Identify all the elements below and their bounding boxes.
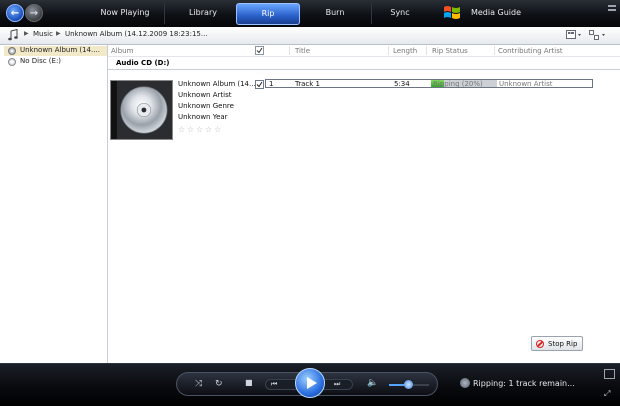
fullscreen-icon[interactable]: ⤢ — [604, 389, 610, 399]
tab-rip[interactable]: Rip — [236, 3, 300, 25]
column-header-contributing-artist[interactable]: Contributing Artist — [498, 47, 563, 55]
star-icon[interactable]: ☆ — [196, 125, 203, 134]
view-options-icon[interactable] — [566, 30, 582, 40]
tab-media-guide[interactable]: Media Guide — [466, 2, 526, 24]
music-note-icon — [8, 29, 18, 41]
star-icon[interactable]: ☆ — [205, 125, 212, 134]
disc-icon — [8, 58, 16, 66]
windows-logo-icon — [444, 6, 460, 19]
column-divider — [494, 46, 495, 55]
sidebar-item-unknown-album[interactable]: Unknown Album (14.... — [4, 46, 107, 56]
track-number: 1 — [269, 80, 274, 88]
player-controls-bar: ⤨ ↻ ■ ⏮ ⏭ 🔈 Ripping: 1 track remain... ⤢ — [0, 363, 620, 406]
tab-now-playing[interactable]: Now Playing — [92, 2, 158, 24]
stop-rip-button[interactable]: Stop Rip — [531, 336, 583, 351]
track-contributing-artist: Unknown Artist — [499, 80, 553, 88]
group-header-label: Audio CD (D:) — [116, 59, 170, 67]
rip-status-text: Ripping (20%) — [433, 80, 483, 88]
stop-rip-label: Stop Rip — [548, 340, 578, 348]
sidebar: Unknown Album (14.... No Disc (E:) — [0, 45, 108, 363]
column-header-album[interactable]: Album — [111, 47, 133, 55]
address-bar: ▶ Music ▶ Unknown Album (14.12.2009 18:2… — [0, 27, 620, 45]
tab-divider — [164, 3, 165, 24]
track-checkbox[interactable] — [255, 80, 264, 89]
sidebar-item-label: Unknown Album (14.... — [20, 46, 100, 54]
forward-arrow-icon[interactable]: → — [25, 4, 43, 22]
album-genre: Unknown Genre — [178, 102, 234, 110]
star-icon[interactable]: ☆ — [187, 125, 194, 134]
repeat-icon[interactable]: ↻ — [215, 379, 223, 389]
column-divider — [289, 46, 290, 55]
transport-controls: ⤨ ↻ ■ ⏮ ⏭ 🔈 — [176, 368, 438, 398]
breadcrumb-album[interactable]: Unknown Album (14.12.2009 18:23:15... — [65, 30, 208, 38]
top-navigation-bar: ← → Now Playing Library Rip Burn Sync Me… — [0, 0, 620, 28]
cd-icon — [8, 47, 16, 55]
column-divider — [388, 46, 389, 55]
window-menu-icon[interactable] — [608, 4, 616, 14]
previous-track-icon[interactable]: ⏮ — [271, 380, 277, 389]
stop-icon — [536, 340, 544, 348]
tab-divider — [371, 3, 372, 24]
rip-list-pane: Album Title Length Rip Status Contributi… — [108, 45, 620, 363]
column-header-title[interactable]: Title — [295, 47, 310, 55]
album-year: Unknown Year — [178, 113, 228, 121]
track-title: Track 1 — [295, 80, 320, 88]
chevron-right-icon: ▶ — [56, 30, 61, 37]
volume-speaker-icon[interactable]: 🔈 — [367, 378, 378, 388]
album-artist: Unknown Artist — [178, 91, 232, 99]
column-header-length[interactable]: Length — [393, 47, 417, 55]
status-text: Ripping: 1 track remain... — [473, 379, 575, 388]
next-track-icon[interactable]: ⏭ — [334, 380, 340, 389]
shuffle-icon[interactable]: ⤨ — [195, 379, 202, 389]
play-button[interactable] — [295, 368, 325, 398]
sidebar-item-no-disc[interactable]: No Disc (E:) — [4, 57, 107, 67]
column-header-row: Album Title Length Rip Status Contributi… — [108, 45, 620, 57]
column-divider — [426, 46, 427, 55]
track-length: 5:34 — [394, 80, 410, 88]
star-icon[interactable]: ☆ — [178, 125, 185, 134]
rip-progress-bar: Ripping (20%) — [431, 80, 497, 88]
mini-player-icon[interactable] — [604, 369, 615, 379]
sidebar-item-label: No Disc (E:) — [20, 57, 62, 65]
volume-knob[interactable] — [404, 380, 413, 389]
select-all-checkbox[interactable] — [255, 46, 264, 55]
tab-sync[interactable]: Sync — [374, 2, 426, 24]
chevron-right-icon: ▶ — [24, 30, 29, 37]
table-row[interactable]: 1 Track 1 5:34 Ripping (20%) Unknown Art… — [265, 79, 593, 88]
back-arrow-icon[interactable]: ← — [6, 4, 24, 22]
column-header-rip-status[interactable]: Rip Status — [432, 47, 468, 55]
group-header: Audio CD (D:) — [108, 57, 620, 70]
album-art-cd-icon[interactable] — [110, 80, 173, 140]
tab-library[interactable]: Library — [170, 2, 236, 24]
status-disc-icon — [460, 378, 470, 388]
album-name: Unknown Album (14.... — [178, 80, 258, 88]
star-icon[interactable]: ☆ — [214, 125, 221, 134]
breadcrumb-music[interactable]: Music — [33, 30, 53, 38]
tab-burn[interactable]: Burn — [302, 2, 368, 24]
layout-options-icon[interactable] — [589, 30, 607, 40]
stop-icon[interactable]: ■ — [245, 378, 253, 387]
